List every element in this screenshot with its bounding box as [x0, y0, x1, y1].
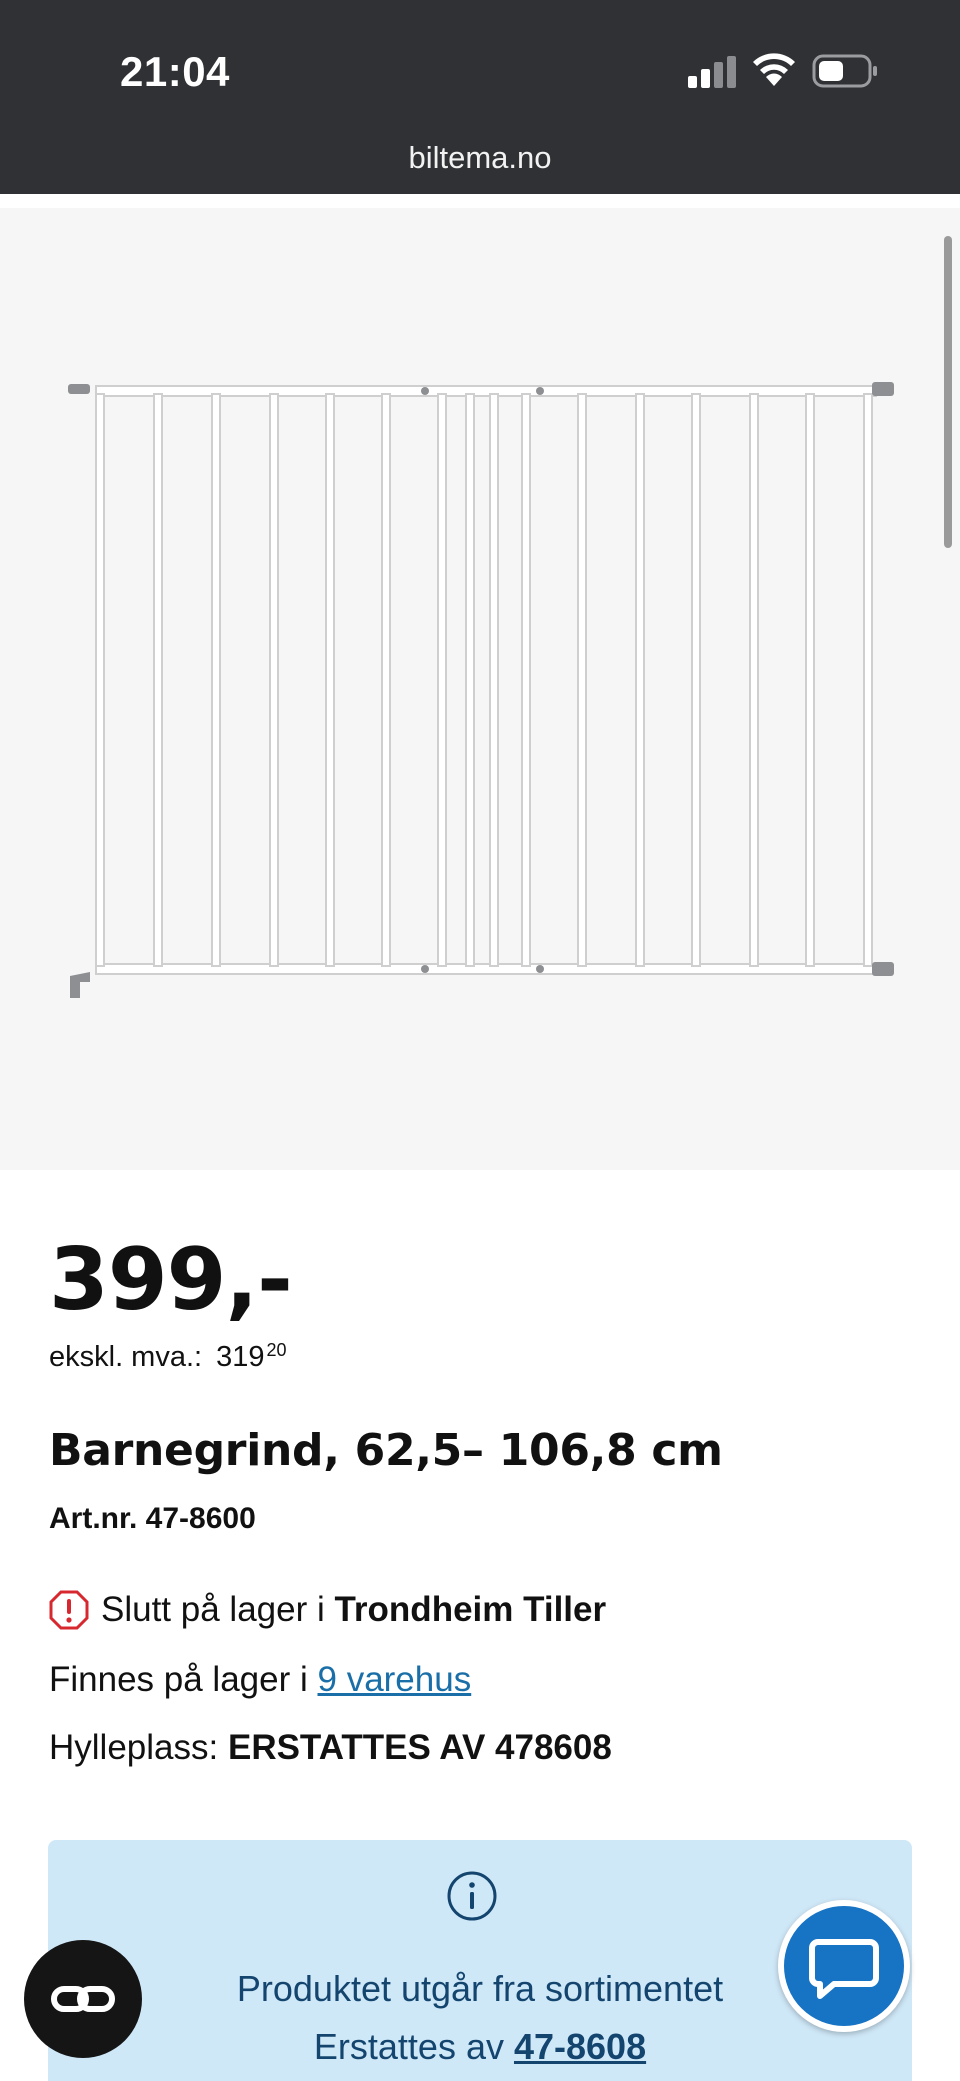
- availability-text: Finnes på lager i: [49, 1660, 308, 1699]
- scrollbar[interactable]: [944, 236, 952, 548]
- shelf-label: Hylleplass:: [49, 1728, 219, 1767]
- store-name: Trondheim Tiller: [334, 1590, 607, 1629]
- ex-vat-label: ekskl. mva.:: [49, 1341, 203, 1373]
- shelf-location: Hylleplass: ERSTATTES AV 478608: [49, 1728, 612, 1768]
- baby-gate-image: [68, 382, 894, 998]
- info-icon: [447, 1871, 497, 1921]
- cellular-signal-icon: [688, 56, 736, 88]
- status-bar: 21:04 biltema.no: [0, 0, 960, 194]
- browser-url[interactable]: biltema.no: [0, 140, 960, 176]
- ex-vat-cents: 20: [266, 1340, 287, 1360]
- wifi-icon: [753, 53, 795, 86]
- link-icon: [51, 1986, 115, 2012]
- product-price: 399,-: [49, 1230, 293, 1330]
- article-number: Art.nr. 47-8600: [49, 1502, 256, 1535]
- chat-bubble-icon: [809, 1939, 879, 1999]
- battery-icon: [812, 54, 877, 88]
- divider: [0, 194, 960, 208]
- replacement-text: Erstattes av 47-8608: [48, 2026, 912, 2068]
- chat-button[interactable]: [778, 1900, 910, 2032]
- store-stock-status: Slutt på lager i Trondheim Tiller: [49, 1590, 606, 1630]
- alert-icon: [49, 1590, 89, 1630]
- warehouses-link[interactable]: 9 varehus: [318, 1660, 472, 1699]
- product-title: Barnegrind, 62,5– 106,8 cm: [49, 1425, 723, 1476]
- status-time: 21:04: [120, 48, 230, 95]
- out-of-stock-text: Slutt på lager i: [101, 1590, 325, 1629]
- replacement-product-link[interactable]: 47-8608: [514, 2026, 646, 2067]
- ex-vat-value: 319: [216, 1341, 265, 1373]
- warehouse-availability: Finnes på lager i 9 varehus: [49, 1660, 471, 1700]
- assistant-button[interactable]: [24, 1940, 142, 2058]
- replacement-label: Erstattes av: [313, 2026, 504, 2067]
- shelf-value: ERSTATTES AV 478608: [227, 1728, 612, 1767]
- price-ex-vat: ekskl. mva.: 319 20: [49, 1340, 287, 1374]
